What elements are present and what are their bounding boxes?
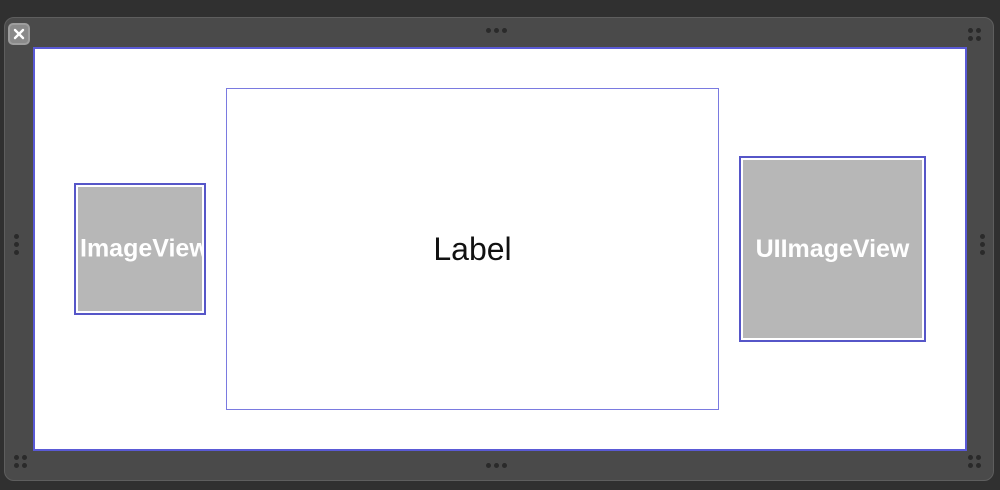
right-image-view-text: UIImageView	[755, 234, 910, 263]
right-image-view[interactable]: UIImageView	[739, 156, 926, 342]
top-resize-handle[interactable]	[486, 28, 507, 33]
center-label[interactable]: Label	[226, 88, 719, 410]
interface-builder-canvas: ImageView Label UIImageView	[0, 0, 1000, 490]
left-resize-handle[interactable]	[14, 234, 19, 255]
bottom-left-corner-handle[interactable]	[14, 455, 27, 468]
top-right-corner-handle[interactable]	[968, 28, 981, 41]
left-image-view[interactable]: ImageView	[74, 183, 206, 315]
close-icon[interactable]	[8, 23, 30, 45]
center-label-text: Label	[433, 230, 512, 267]
bottom-resize-handle[interactable]	[486, 463, 507, 468]
right-resize-handle[interactable]	[980, 234, 985, 255]
left-image-view-text: ImageView	[80, 234, 206, 263]
bottom-right-corner-handle[interactable]	[968, 455, 981, 468]
